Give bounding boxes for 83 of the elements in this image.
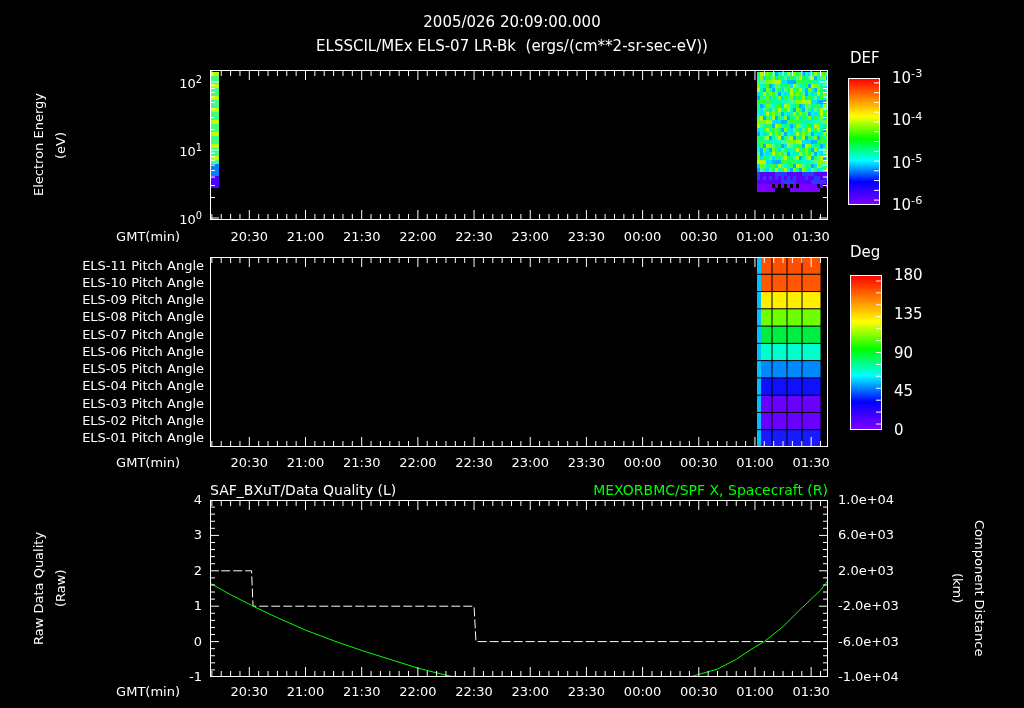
tick-label: 22:00: [398, 454, 438, 471]
row-label: ELS-02 Pitch Angle: [82, 413, 204, 429]
tick-label: 01:30: [791, 228, 831, 245]
tick-label: 22:00: [398, 228, 438, 245]
tick-label: 20:30: [229, 228, 270, 245]
tick-label: 00:30: [679, 454, 719, 471]
tick-label: 1.0e+04: [838, 492, 895, 508]
tick-label: 21:00: [285, 228, 326, 245]
tick-label: 21:30: [341, 683, 382, 700]
axis-title: GMT(min): [116, 455, 180, 472]
row-label: ELS-07 Pitch Angle: [82, 326, 204, 343]
tick-label: 2.0e+03: [838, 562, 895, 579]
tick-label: 22:30: [454, 228, 494, 245]
row-label: ELS-08 Pitch Angle: [82, 309, 204, 326]
tick-label: 21:30: [341, 228, 382, 245]
axis-title: (eV): [52, 131, 69, 159]
axis-title: (km): [949, 573, 966, 604]
tick-label: 22:00: [398, 683, 438, 700]
axis-title: Component Distance: [971, 520, 988, 657]
tick-label: 21:00: [285, 683, 326, 700]
color-bar-title: DEF: [849, 48, 881, 68]
tick-label: 10$^{-6}$: [892, 196, 923, 214]
tick-label: 10$^{-3}$: [892, 69, 923, 87]
tick-label: 01:30: [791, 683, 831, 700]
row-label: ELS-06 Pitch Angle: [82, 343, 204, 360]
row-label: ELS-09 Pitch Angle: [82, 292, 204, 309]
tick-label: 1: [193, 598, 202, 615]
tick-label: 135: [894, 304, 923, 323]
tick-label: 4: [193, 492, 202, 508]
tick-label: 180: [894, 266, 923, 284]
tick-label: -1: [189, 669, 202, 685]
axis-title: GMT(min): [116, 229, 180, 246]
tick-label: -6.0e+03: [838, 633, 899, 650]
row-label: ELS-05 Pitch Angle: [82, 361, 204, 378]
axis-title: Electron Energy: [30, 93, 47, 197]
tick-label: 0: [193, 633, 202, 650]
series-title: MEXORBMC/SPF X, Spacecraft (R): [593, 480, 828, 500]
tick-label: 00:00: [622, 683, 663, 700]
tick-label: 22:30: [454, 454, 494, 471]
axis-title: (Raw): [52, 569, 69, 608]
tick-label: 22:30: [454, 683, 494, 700]
tick-label: 6.0e+03: [838, 527, 895, 544]
tick-label: -1.0e+04: [838, 669, 899, 685]
tick-label: 23:00: [510, 454, 550, 471]
tick-label: 00:30: [679, 683, 719, 700]
plot-title: ELSSCIL/MEx ELS-07 LR-Bk (ergs/(cm**2-sr-sec-eV)): [316, 36, 708, 57]
row-label: ELS-11 Pitch Angle: [82, 257, 204, 274]
tick-label: 10$^{1}$: [179, 144, 202, 159]
tick-label: 21:00: [285, 454, 326, 471]
tick-label: 90: [894, 343, 914, 362]
tick-label: 45: [894, 382, 914, 401]
tick-label: 2: [193, 562, 202, 579]
tick-label: 01:30: [791, 454, 831, 471]
tick-label: 23:00: [510, 228, 550, 245]
row-label: ELS-01 Pitch Angle: [82, 430, 204, 447]
tick-label: 20:30: [229, 683, 270, 700]
tick-label: 21:30: [341, 454, 382, 471]
tick-label: 01:00: [735, 683, 775, 700]
axis-title: GMT(min): [116, 684, 180, 701]
tick-label: 23:30: [566, 228, 607, 245]
tick-label: 0: [894, 421, 904, 439]
series-title: SAF_BXuT/Data Quality (L): [210, 480, 397, 500]
tick-label: 20:30: [229, 454, 270, 471]
tick-label: 10$^{0}$: [179, 212, 202, 227]
row-label: ELS-04 Pitch Angle: [82, 378, 204, 395]
row-label: ELS-03 Pitch Angle: [82, 395, 204, 412]
axis-title: Raw Data Quality: [30, 531, 47, 646]
tick-label: 10$^{-5}$: [892, 153, 923, 172]
tick-label: 00:30: [679, 228, 719, 245]
plot-timestamp: 2005/026 20:09:00.000: [423, 12, 601, 33]
tick-label: 10$^{2}$: [179, 76, 202, 91]
tick-label: 23:30: [566, 683, 607, 700]
tick-label: 00:00: [622, 454, 663, 471]
tick-label: -2.0e+03: [838, 598, 899, 615]
tick-label: 00:00: [622, 228, 663, 245]
tick-label: 10$^{-4}$: [892, 111, 923, 130]
tick-label: 01:00: [735, 454, 775, 471]
tick-label: 01:00: [735, 228, 775, 245]
color-bar-title: Deg: [850, 242, 882, 262]
tick-label: 23:30: [566, 454, 607, 471]
tick-label: 23:00: [510, 683, 550, 700]
tick-label: 3: [193, 527, 202, 544]
row-label: ELS-10 Pitch Angle: [82, 274, 204, 291]
